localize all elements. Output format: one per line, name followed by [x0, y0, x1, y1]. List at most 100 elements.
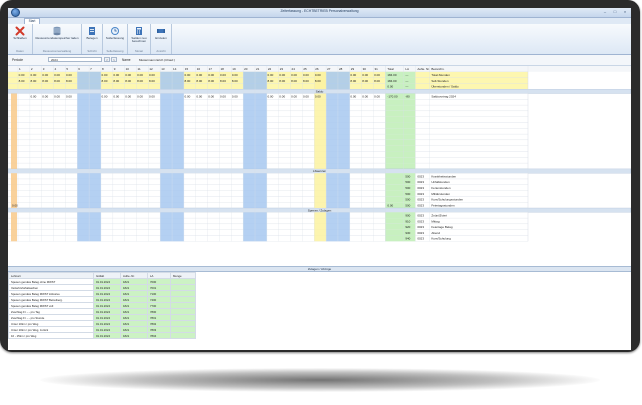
row-desc: Feiertage Belag [431, 225, 453, 229]
day-header: 10 [126, 67, 130, 71]
day-value: 8.00 [54, 79, 60, 83]
total-cell-bg [385, 212, 416, 219]
day-header: 17 [209, 67, 213, 71]
weekend-column [326, 93, 338, 169]
row-unit: 0023 [417, 174, 424, 178]
day-header: 13 [161, 67, 165, 71]
belegen-button[interactable]: Belegen [83, 26, 101, 40]
weekend-column [77, 212, 90, 242]
row-account: — [405, 79, 408, 83]
maximize-icon[interactable]: □ [612, 9, 618, 14]
day-value: 8.00 [291, 79, 297, 83]
day-value: 8.00 [303, 79, 309, 83]
day-value: 8.00 [66, 79, 72, 83]
total-cell-bg [385, 196, 416, 203]
day-value: 0.00 [220, 73, 226, 77]
weekend-column [160, 173, 173, 208]
highlight-column [314, 173, 327, 208]
recalculate-button[interactable]: Salden neu berechnen [129, 26, 149, 44]
day-value: 8.00 [232, 79, 238, 83]
einzelen-label: Einzelen [155, 36, 167, 40]
weekend-column [160, 93, 173, 169]
day-value: 0.00 [232, 73, 238, 77]
app-window: Zeiterfassung - ECHTBETRIEB Personalverw… [8, 8, 631, 350]
prev-period-button[interactable]: < [104, 57, 110, 62]
minimize-icon[interactable]: – [602, 9, 608, 14]
row-unit: 0023 [417, 198, 424, 202]
day-header: 29 [351, 67, 355, 71]
employee-name: Mustermann Erich (Chauf.) [139, 58, 176, 62]
device-shadow [40, 368, 600, 392]
total-cell-bg [385, 229, 416, 236]
group-label-daten: Daten [16, 49, 24, 53]
next-period-button[interactable]: > [111, 57, 117, 62]
einzelen-button[interactable]: Einzelen [152, 26, 170, 40]
section-title: Absenzen [313, 169, 327, 173]
allowance-row[interactable]: 10 - 15km / pro Weg 01.01.2024 1821 7804 [8, 332, 196, 339]
day-value: 0.00 [19, 73, 25, 77]
day-value: 0.00 [149, 73, 155, 77]
row-account: 940 [405, 237, 410, 241]
weekend-column [326, 212, 338, 242]
total-cell-bg [385, 218, 416, 224]
period-select[interactable]: 2024 [48, 57, 102, 62]
day-value: 0.00 [42, 95, 48, 99]
row-total: 0.00 [387, 85, 393, 89]
day-value: 0.00 [66, 95, 72, 99]
day-value: 0.00 [279, 73, 285, 77]
row-account: 500 [405, 203, 410, 207]
row-desc: Überstunden / Saldo [431, 85, 459, 89]
day-value: 8.00 [315, 79, 321, 83]
day-value: 0.00 [303, 73, 309, 77]
day-value: 0.00 [42, 73, 48, 77]
clock-icon [111, 27, 119, 35]
row-unit: 0023 [417, 219, 424, 223]
day-value: 0.00 [196, 73, 202, 77]
day-value: 0.00 [54, 73, 60, 77]
weekend-column [326, 71, 338, 90]
day-value: 0.00 [362, 95, 368, 99]
period-label: Periode [12, 58, 23, 62]
day-header: 26 [315, 67, 319, 71]
day-header: 11 [138, 67, 141, 71]
day-value: 8.00 [42, 79, 48, 83]
weekend-column [172, 71, 184, 90]
view-icon [157, 29, 165, 33]
row-account: 500 [405, 198, 410, 202]
weekend-column [326, 173, 338, 208]
row-total: 0.00 [387, 203, 393, 207]
close-button[interactable]: Schließen [9, 26, 31, 40]
close-window-icon[interactable]: × [622, 9, 628, 14]
day-header: 30 [363, 67, 367, 71]
weekend-column [243, 212, 255, 242]
row-unit: 0023 [417, 203, 424, 207]
total-cell-bg [385, 235, 416, 242]
row-desc: Mittag [431, 219, 440, 223]
row-desc: Saldovortrag 2024 [431, 95, 456, 99]
row-label: 0.00 [12, 203, 18, 207]
row-unit: 0023 [417, 186, 424, 190]
highlight-column [314, 93, 327, 169]
total-cell-bg [385, 122, 416, 129]
day-header: 27 [327, 67, 331, 71]
total-cell-bg [385, 184, 416, 191]
sollerfassung-label: Sollerfassung [105, 36, 125, 40]
row-total: 184.00 [387, 73, 397, 77]
day-value: 0.00 [267, 95, 273, 99]
sollerfassung-button[interactable]: Sollerfassung [104, 26, 126, 40]
day-value: 0.00 [208, 73, 214, 77]
day-value: 0.00 [113, 73, 119, 77]
title-bar: Zeiterfassung - ECHTBETRIEB Personalverw… [8, 8, 631, 18]
filter-bar: Periode 2024 < > Name Mustermann Erich (… [8, 55, 631, 66]
row-account: 900 [405, 214, 410, 218]
weekend-column [89, 71, 101, 90]
load-resources-button[interactable]: Ressourcendatenspeicher laden [35, 26, 79, 40]
name-label: Name [122, 58, 131, 62]
day-value: 0.00 [125, 73, 131, 77]
day-value: 8.00 [267, 79, 273, 83]
close-button-label: Schließen [13, 36, 27, 40]
ribbon-group-ansicht: Einzelen Ansicht [151, 24, 172, 54]
row-unit: 0023 [417, 225, 424, 229]
row-account: 500 [405, 180, 410, 184]
weekend-column [172, 212, 184, 242]
